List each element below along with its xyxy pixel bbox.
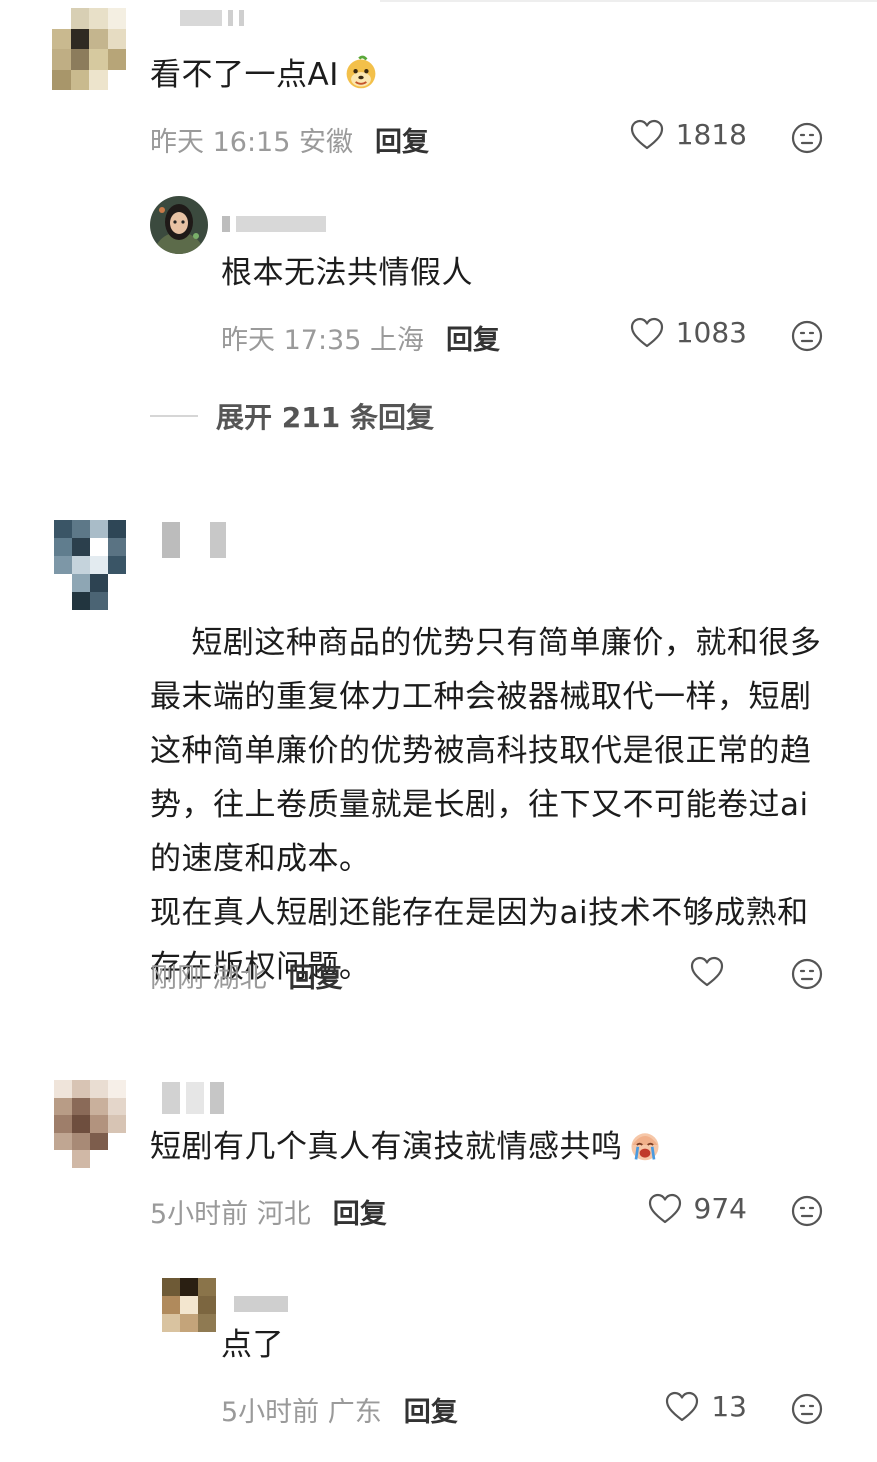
comment-text-content: 短剧有几个真人有演技就情感共鸣: [150, 1129, 623, 1165]
location: 湖北: [212, 963, 267, 994]
location: 广东: [327, 1397, 382, 1428]
timestamp: 5小时前: [221, 1397, 320, 1428]
avatar[interactable]: [150, 196, 208, 254]
expand-divider: [150, 415, 198, 417]
like-button[interactable]: 1818: [630, 118, 747, 151]
username-blurred[interactable]: [234, 1296, 288, 1312]
like-button[interactable]: 13: [665, 1390, 747, 1423]
username-blurred[interactable]: [180, 10, 244, 26]
like-count: 1083: [675, 316, 747, 349]
reply-button[interactable]: 回复: [375, 120, 429, 159]
dislike-face-icon[interactable]: [791, 958, 823, 990]
doge-face-emoji-icon: [346, 55, 376, 89]
crying-face-emoji-icon: [631, 1133, 658, 1161]
location: 安徽: [299, 127, 353, 158]
reply-button[interactable]: 回复: [333, 1192, 387, 1231]
dislike-face-icon[interactable]: [791, 1195, 823, 1227]
location: 上海: [370, 325, 424, 356]
reply-text: 点了: [221, 1318, 284, 1372]
username-blurred[interactable]: [222, 216, 326, 232]
reply-button[interactable]: 回复: [404, 1390, 458, 1429]
avatar[interactable]: [162, 1278, 216, 1332]
username-blurred[interactable]: [162, 522, 226, 558]
username-blurred[interactable]: [162, 1082, 224, 1114]
avatar[interactable]: [52, 8, 126, 90]
reply-meta: 5小时前 广东 回复: [221, 1390, 458, 1429]
timestamp: 昨天 17:35: [221, 325, 362, 356]
heart-icon: [630, 119, 663, 149]
heart-icon: [690, 956, 724, 987]
top-divider: [380, 0, 877, 2]
comment-text: 看不了一点AI: [150, 48, 379, 102]
like-count: 13: [711, 1390, 747, 1423]
like-button[interactable]: [690, 956, 736, 988]
location: 河北: [256, 1199, 311, 1230]
timestamp: 昨天 16:15: [150, 127, 291, 158]
like-count: 974: [693, 1192, 747, 1225]
comment-text-content: 看不了一点AI: [150, 57, 339, 93]
dislike-face-icon[interactable]: [791, 320, 823, 352]
reply-meta: 昨天 17:35 上海 回复: [221, 318, 500, 357]
like-button[interactable]: 1083: [630, 316, 747, 349]
reply-text-content: 根本无法共情假人: [221, 255, 473, 291]
comment-meta: 刚刚 湖北 回复: [150, 956, 343, 995]
expand-label: 展开 211 条回复: [216, 401, 434, 434]
heart-icon: [630, 317, 663, 347]
avatar-girl-icon: [150, 196, 208, 254]
dislike-face-icon[interactable]: [791, 1393, 823, 1425]
comment-meta: 5小时前 河北 回复: [150, 1192, 387, 1231]
avatar[interactable]: [54, 520, 126, 610]
comment-text: 短剧有几个真人有演技就情感共鸣: [150, 1120, 663, 1174]
heart-icon: [666, 1391, 699, 1421]
dislike-face-icon[interactable]: [791, 122, 823, 154]
timestamp: 刚刚: [150, 963, 204, 994]
reply-button[interactable]: 回复: [289, 956, 343, 995]
avatar[interactable]: [54, 1080, 126, 1168]
comment-meta: 昨天 16:15 安徽 回复: [150, 120, 429, 159]
timestamp: 5小时前: [150, 1199, 249, 1230]
comment-text-content: 短剧这种商品的优势只有简单廉价，就和很多最末端的重复体力工种会被器械取代一样，短…: [150, 625, 822, 985]
expand-replies-button[interactable]: 展开 211 条回复: [150, 396, 434, 436]
reply-text: 根本无法共情假人: [221, 246, 473, 300]
like-button[interactable]: 974: [648, 1192, 747, 1225]
reply-text-content: 点了: [221, 1327, 284, 1363]
heart-icon: [648, 1193, 681, 1223]
like-count: 1818: [675, 118, 747, 151]
reply-button[interactable]: 回复: [446, 318, 500, 357]
